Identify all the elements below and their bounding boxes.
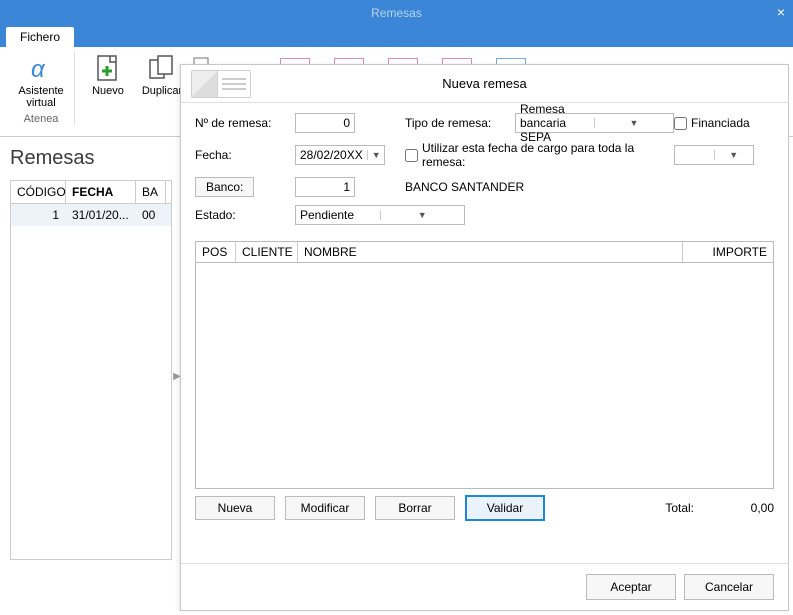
svg-text:α: α [31, 56, 46, 83]
cell-codigo: 1 [11, 204, 66, 226]
aceptar-button[interactable]: Aceptar [586, 574, 676, 600]
tab-fichero[interactable]: Fichero [6, 27, 74, 47]
borrar-button[interactable]: Borrar [375, 496, 455, 520]
dialog-header: Nueva remesa [181, 65, 788, 103]
col-fecha[interactable]: FECHA [66, 181, 136, 203]
modificar-button[interactable]: Modificar [285, 496, 365, 520]
chevron-down-icon[interactable]: ▼ [367, 150, 384, 160]
fecha-input[interactable]: 28/02/20XX ▼ [295, 145, 385, 165]
window-title: Remesas [371, 6, 422, 20]
dialog-form: Nº de remesa: Tipo de remesa: Remesa ban… [181, 103, 788, 235]
chevron-down-icon[interactable]: ▼ [380, 210, 465, 220]
num-remesa-label: Nº de remesa: [195, 116, 295, 130]
ribbon-btn-label: Duplicar [142, 85, 182, 97]
usar-fecha-checkbox[interactable]: Utilizar esta fecha de cargo para toda l… [405, 141, 674, 169]
col-pos[interactable]: POS [196, 242, 236, 262]
page-title: Remesas [10, 147, 172, 170]
nuevo-button[interactable]: Nuevo [83, 51, 133, 99]
usar-fecha-check-input[interactable] [405, 149, 418, 162]
col-cliente[interactable]: CLIENTE [236, 242, 298, 262]
chevron-down-icon[interactable]: ▼ [594, 118, 673, 128]
nueva-remesa-dialog: Nueva remesa Nº de remesa: Tipo de remes… [180, 64, 789, 611]
lineas-grid-header: POS CLIENTE NOMBRE IMPORTE [196, 242, 773, 263]
left-panel: Remesas CÓDIGO FECHA BA 1 31/01/20... 00 [0, 137, 172, 615]
fecha-value: 28/02/20XX [296, 148, 367, 162]
num-remesa-input[interactable] [295, 113, 355, 133]
new-document-icon [92, 53, 124, 85]
financiada-label: Financiada [691, 116, 750, 130]
banco-button[interactable]: Banco: [195, 177, 254, 197]
cell-fecha: 31/01/20... [66, 204, 136, 226]
col-codigo[interactable]: CÓDIGO [11, 181, 66, 203]
grid-header: CÓDIGO FECHA BA [11, 181, 171, 204]
grid-buttons-row: Nueva Modificar Borrar Validar Total: 0,… [181, 489, 788, 527]
total-value: 0,00 [704, 501, 774, 515]
ribbon-btn-label: Nuevo [92, 85, 124, 97]
col-ba[interactable]: BA [136, 181, 166, 203]
dialog-footer: Aceptar Cancelar [181, 563, 788, 610]
validar-button[interactable]: Validar [465, 495, 545, 521]
duplicate-icon [146, 53, 178, 85]
tipo-remesa-combo[interactable]: Remesa bancaria SEPA ▼ [515, 113, 674, 133]
total-label: Total: [665, 501, 694, 515]
banco-code-input[interactable] [295, 177, 355, 197]
col-nombre[interactable]: NOMBRE [298, 242, 683, 262]
assistant-icon: α [25, 53, 57, 85]
fecha-cargo-combo[interactable]: ▼ [674, 145, 754, 165]
tab-strip: Fichero [0, 25, 793, 47]
nueva-linea-button[interactable]: Nueva [195, 496, 275, 520]
usar-fecha-label: Utilizar esta fecha de cargo para toda l… [422, 141, 674, 169]
ribbon-btn-label: Asistente virtual [18, 85, 63, 109]
cancelar-button[interactable]: Cancelar [684, 574, 774, 600]
titlebar: Remesas × [0, 0, 793, 25]
chevron-down-icon[interactable]: ▼ [714, 150, 754, 160]
grid-row[interactable]: 1 31/01/20... 00 [11, 204, 171, 226]
banco-name: BANCO SANTANDER [405, 180, 774, 194]
asistente-virtual-button[interactable]: α Asistente virtual [16, 51, 66, 111]
ribbon-group-atenea: α Asistente virtual Atenea [8, 51, 75, 125]
lineas-grid[interactable]: POS CLIENTE NOMBRE IMPORTE [195, 241, 774, 489]
financiada-checkbox[interactable]: Financiada [674, 116, 774, 130]
financiada-check-input[interactable] [674, 117, 687, 130]
tipo-remesa-label: Tipo de remesa: [405, 116, 515, 130]
combo-value: Pendiente [296, 208, 380, 222]
ribbon-group-label: Atenea [24, 113, 59, 125]
cell-ba: 00 [136, 204, 166, 226]
estado-combo[interactable]: Pendiente ▼ [295, 205, 465, 225]
fecha-label: Fecha: [195, 148, 295, 162]
dialog-title: Nueva remesa [191, 76, 778, 91]
col-importe[interactable]: IMPORTE [683, 242, 773, 262]
close-icon[interactable]: × [777, 4, 785, 20]
estado-label: Estado: [195, 208, 295, 222]
combo-value: Remesa bancaria SEPA [516, 102, 594, 144]
remesas-grid[interactable]: CÓDIGO FECHA BA 1 31/01/20... 00 [10, 180, 172, 560]
